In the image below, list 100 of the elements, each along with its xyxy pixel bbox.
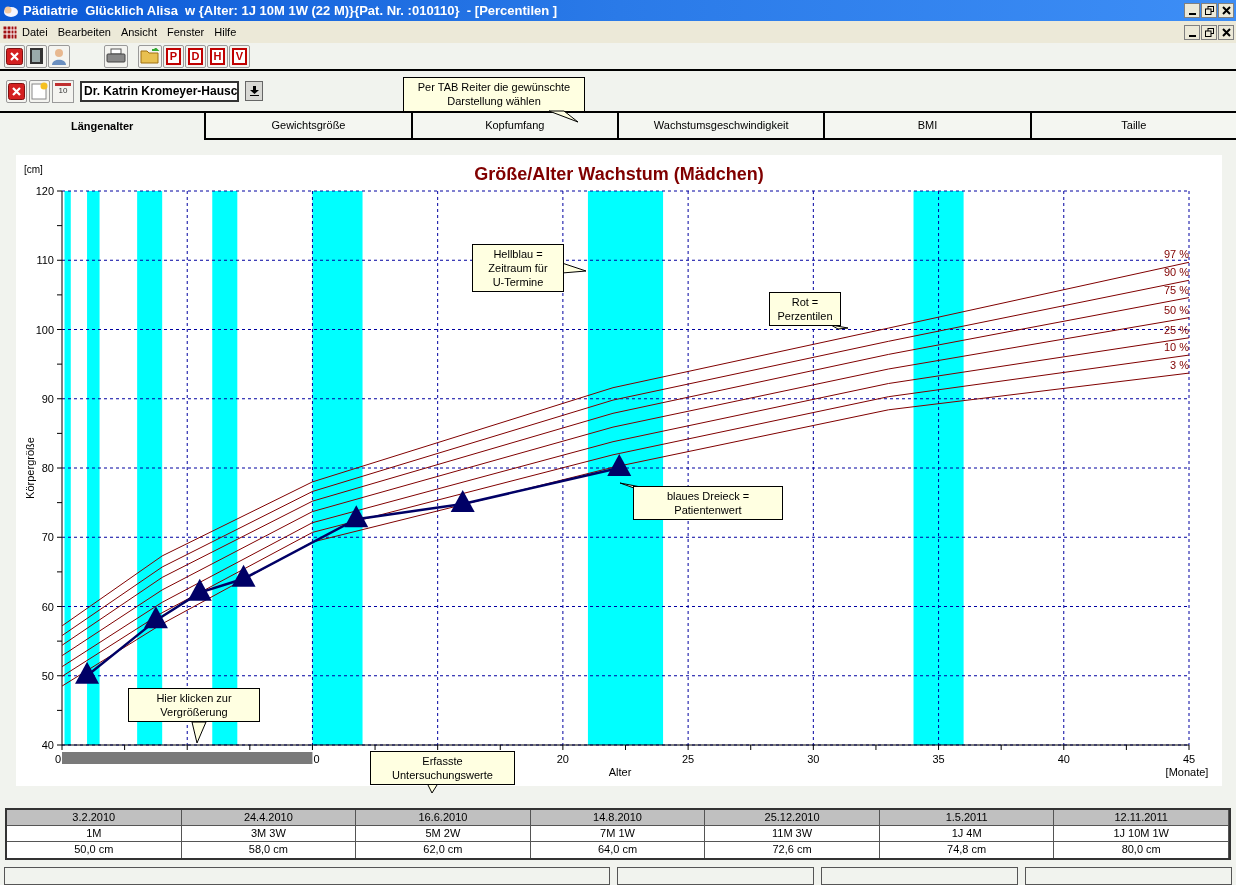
menu-item[interactable]: Fenster: [162, 23, 210, 41]
table-cell: 74,8 cm: [879, 842, 1055, 858]
x-tick-label: 20: [556, 753, 569, 765]
chart-title: Größe/Alter Wachstum (Mädchen): [474, 164, 764, 184]
table-cell: 1J 4M: [879, 826, 1055, 842]
minimize-icon: [1188, 13, 1196, 15]
table-cell: 3M 3W: [181, 826, 357, 842]
table-cell: 72,6 cm: [705, 842, 880, 858]
column-header: 16.6.2010: [356, 810, 531, 826]
table-cell: 1M: [7, 826, 182, 842]
x-tick-label: 35: [932, 753, 945, 765]
callout-pointer: [191, 721, 207, 744]
restore-icon: [1204, 27, 1214, 37]
print-button[interactable]: [104, 44, 128, 68]
y-tick-label: 90: [41, 392, 54, 405]
percentile-label: 97 %: [1163, 248, 1189, 261]
patient-marker: [75, 661, 100, 684]
restore-button[interactable]: [1201, 3, 1217, 18]
table-cell: 1J 10M 1W: [1054, 826, 1229, 842]
table-cell: 11M 3W: [705, 826, 880, 842]
percentile-label: 3 %: [1170, 359, 1189, 372]
minimize-button[interactable]: [1184, 24, 1200, 40]
table-cell: 64,0 cm: [530, 842, 706, 858]
close-icon: [6, 47, 23, 65]
letter-button[interactable]: V: [229, 44, 250, 68]
restore-button[interactable]: [1201, 24, 1217, 40]
menu-item[interactable]: Datei: [17, 23, 53, 41]
table-cell: 50,0 cm: [7, 842, 182, 858]
printer-icon: [106, 48, 126, 64]
y-tick-label: 50: [41, 669, 54, 682]
column-header: 24.4.2010: [181, 810, 357, 826]
tab[interactable]: Wachstumsgeschwindigkeit: [617, 113, 824, 140]
dropdown-button[interactable]: [245, 81, 263, 101]
table-cell: 80,0 cm: [1054, 842, 1229, 858]
y-tick-label: 70: [41, 531, 54, 544]
table-cell: 7M 1W: [530, 826, 706, 842]
restore-icon: [1204, 6, 1214, 15]
column-header: 25.12.2010: [705, 810, 880, 826]
menu-item[interactable]: Ansicht: [115, 23, 162, 41]
x-tick-label: 40: [1057, 753, 1070, 765]
doctor-dropdown[interactable]: Dr. Katrin Kromeyer-Hausc: [80, 80, 239, 102]
menu-item[interactable]: Hilfe: [209, 23, 242, 41]
y-tick-label: 40: [41, 739, 54, 751]
column-header: 1.5.2011: [879, 810, 1055, 826]
new-document-icon: [31, 82, 48, 100]
patient-marker: [607, 454, 632, 476]
y-tick-label: 120: [35, 185, 54, 197]
scrollbar-thumb[interactable]: [62, 752, 313, 764]
y-axis-title: Körpergröße: [24, 437, 36, 499]
tab[interactable]: Gewichtsgröße: [204, 113, 411, 140]
callout: Rot = Perzentilen: [769, 292, 841, 326]
column-header: 14.8.2010: [530, 810, 706, 826]
menu-item[interactable]: Bearbeiten: [52, 23, 116, 41]
letter-button[interactable]: P: [163, 44, 184, 68]
percentile-label: 90 %: [1163, 266, 1189, 279]
column-header: 12.11.2011: [1054, 810, 1229, 826]
callout: Hellblau = Zeitraum für U-Termine: [472, 244, 564, 292]
door-button[interactable]: [26, 44, 47, 68]
percentile-label: 10 %: [1163, 341, 1189, 354]
y-unit-label: [cm]: [24, 164, 43, 175]
percentile-label: 25 %: [1163, 323, 1189, 336]
x-tick-label: 0: [313, 753, 320, 765]
table-cell: 5M 2W: [356, 826, 531, 842]
calendar-button[interactable]: 10: [52, 79, 74, 103]
y-tick-label: 110: [36, 254, 54, 267]
open-button[interactable]: [138, 44, 162, 68]
minimize-icon: [1188, 34, 1196, 37]
close-icon: [1221, 6, 1231, 15]
y-tick-label: 60: [41, 600, 54, 613]
table-cell: 62,0 cm: [356, 842, 531, 858]
callout: blaues Dreieck = Patientenwert: [633, 486, 783, 520]
x-tick-label: 25: [682, 753, 695, 765]
letter-button[interactable]: H: [207, 44, 228, 68]
close-button[interactable]: [6, 79, 27, 103]
patient-marker: [231, 564, 256, 587]
callout: Hier klicken zur Vergrößerung: [128, 688, 260, 722]
person-icon: [50, 47, 68, 65]
tab[interactable]: BMI: [823, 113, 1030, 140]
letter-button[interactable]: D: [185, 44, 206, 68]
tab[interactable]: Kopfumfang: [410, 113, 617, 140]
patient-marker: [187, 578, 212, 601]
close-button[interactable]: [4, 44, 25, 68]
percentile-label: 75 %: [1163, 283, 1189, 296]
tab[interactable]: Taille: [1029, 113, 1236, 140]
column-header: 3.2.2010: [7, 810, 182, 826]
callout-pointer: [830, 324, 849, 330]
x-tick-label: 0: [55, 753, 62, 765]
window-title: Pädiatrie Glücklich Alisa w {Alter: 1J 10M 1W (22 M)}{Pat. Nr. :010110} - [Percentilen ]: [23, 1, 558, 20]
close-icon: [1221, 27, 1231, 37]
minimize-button[interactable]: [1184, 3, 1200, 18]
close-icon: [8, 82, 25, 100]
close-button[interactable]: [1218, 24, 1234, 40]
x-tick-label: 45: [1182, 753, 1196, 765]
patient-marker: [450, 490, 475, 512]
down-arrow-icon: [249, 86, 259, 96]
grid-icon: [3, 25, 17, 39]
close-button[interactable]: [1218, 3, 1234, 18]
patient-marker: [344, 505, 369, 528]
x-axis-title: Alter: [608, 766, 632, 778]
x-unit-label: [Monate]: [1165, 766, 1209, 778]
